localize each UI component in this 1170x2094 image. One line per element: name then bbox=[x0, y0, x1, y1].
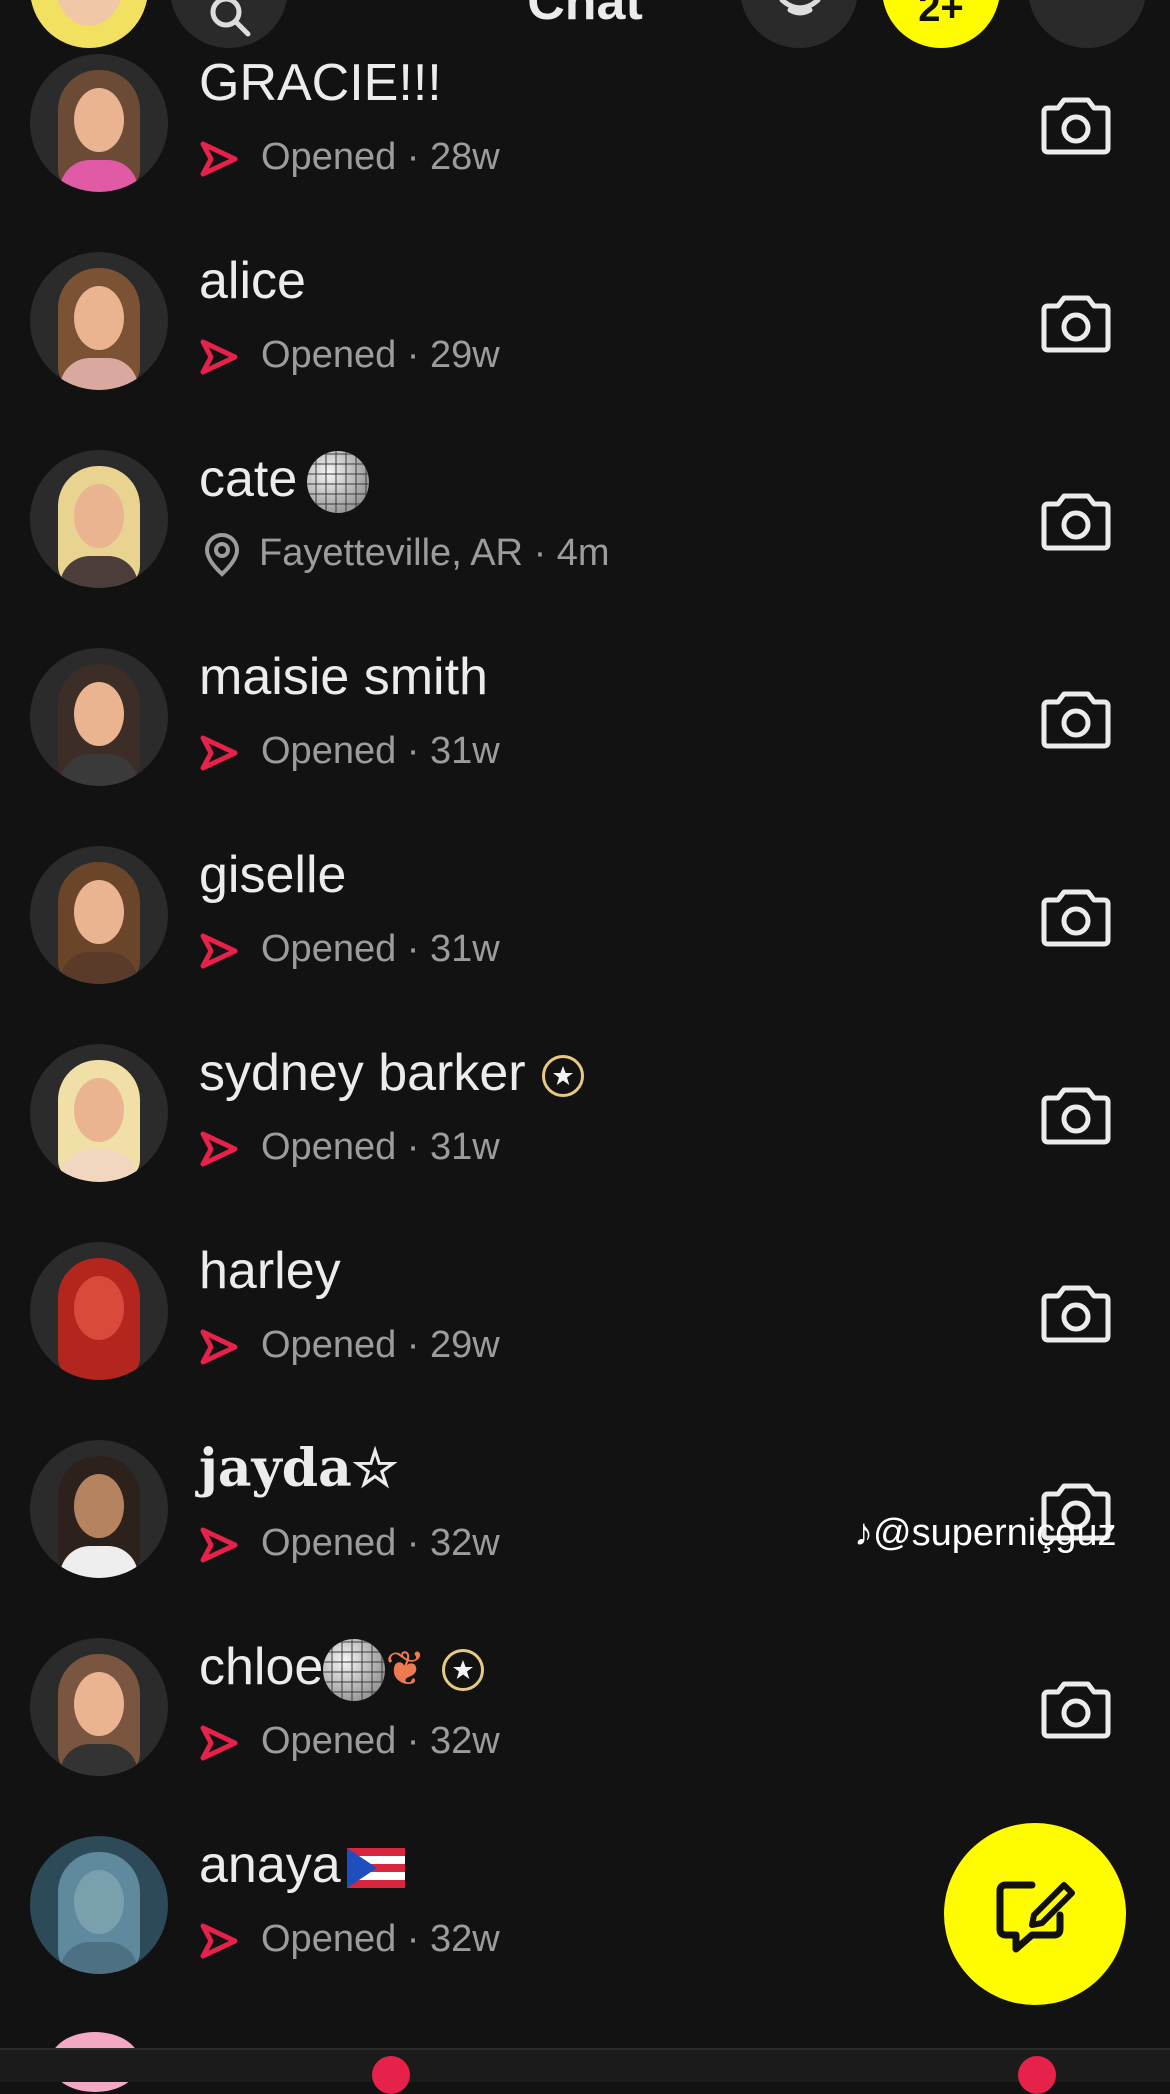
tiktok-watermark: ♪@superniçguz bbox=[854, 1512, 1117, 1554]
location-pin-icon bbox=[204, 533, 240, 577]
sent-arrow-icon bbox=[200, 1725, 238, 1761]
nav-notification-dot bbox=[372, 2056, 410, 2094]
chat-row[interactable]: chloe ❦ Opened · 32w bbox=[0, 1609, 1170, 1807]
camera-icon[interactable] bbox=[1040, 92, 1112, 156]
chat-row[interactable]: GRACIE!!! Opened · 28w bbox=[0, 25, 1170, 223]
chat-status-line: Opened · 29w bbox=[199, 332, 500, 378]
avatar bbox=[30, 450, 168, 588]
chat-status-line: Opened · 32w bbox=[199, 1718, 500, 1764]
camera-icon[interactable] bbox=[1040, 686, 1112, 750]
coral-emoji: ❦ bbox=[385, 1643, 426, 1697]
chat-name: maisie smith bbox=[199, 648, 488, 706]
chat-name: jayda☆ bbox=[199, 1438, 399, 1499]
chat-status-line: Opened · 31w bbox=[199, 728, 500, 774]
bottom-nav-bar bbox=[0, 2048, 1170, 2094]
chat-row[interactable]: harley Opened · 29w bbox=[0, 1213, 1170, 1411]
chat-name: giselle bbox=[199, 846, 347, 904]
chat-row[interactable]: giselle Opened · 31w bbox=[0, 817, 1170, 1015]
chat-status-line: Opened · 28w bbox=[199, 134, 500, 180]
sent-arrow-icon bbox=[200, 1923, 238, 1959]
new-chat-icon bbox=[996, 1881, 1075, 1953]
chat-status-line: Opened · 31w bbox=[199, 1124, 500, 1170]
avatar bbox=[30, 1836, 168, 1974]
chat-name: GRACIE!!! bbox=[199, 54, 442, 112]
chat-name: sydney barker bbox=[199, 1043, 584, 1103]
chat-row[interactable]: cate Fayetteville, AR · 4m bbox=[0, 421, 1170, 619]
chat-row[interactable]: sydney barker Opened · 31w bbox=[0, 1015, 1170, 1213]
chat-status-line: Opened · 32w bbox=[199, 1520, 500, 1566]
chat-row[interactable]: jayda☆ Opened · 32w bbox=[0, 1411, 1170, 1609]
avatar bbox=[30, 1242, 168, 1380]
chat-status-line: Opened · 32w bbox=[199, 1916, 500, 1962]
chat-name: chloe ❦ bbox=[199, 1637, 484, 1702]
sent-arrow-icon bbox=[200, 1329, 238, 1365]
camera-icon[interactable] bbox=[1040, 1676, 1112, 1740]
avatar bbox=[30, 1440, 168, 1578]
star-badge-icon bbox=[441, 1649, 484, 1692]
chat-name: harley bbox=[199, 1242, 341, 1300]
avatar bbox=[30, 1044, 168, 1182]
disco-ball-emoji bbox=[307, 451, 370, 514]
sent-arrow-icon bbox=[200, 1131, 238, 1167]
avatar bbox=[30, 252, 168, 390]
bell-icon bbox=[779, 0, 821, 16]
sent-arrow-icon bbox=[200, 933, 238, 969]
chat-status-line: Opened · 29w bbox=[199, 1322, 500, 1368]
chat-row[interactable]: alice Opened · 29w bbox=[0, 223, 1170, 421]
camera-icon[interactable] bbox=[1040, 1280, 1112, 1344]
avatar bbox=[30, 846, 168, 984]
camera-icon[interactable] bbox=[1040, 290, 1112, 354]
chat-name: anaya bbox=[199, 1835, 405, 1895]
chat-status-line: Fayetteville, AR · 4m bbox=[199, 530, 610, 578]
avatar bbox=[30, 54, 168, 192]
camera-icon[interactable] bbox=[1040, 884, 1112, 948]
chat-status-line: Opened · 31w bbox=[199, 926, 500, 972]
chat-row[interactable]: maisie smith Opened · 31w bbox=[0, 619, 1170, 817]
sent-arrow-icon bbox=[200, 735, 238, 771]
sent-arrow-icon bbox=[200, 1527, 238, 1563]
sent-arrow-icon bbox=[200, 141, 238, 177]
puerto-rico-flag-emoji bbox=[346, 1848, 405, 1889]
avatar bbox=[30, 1638, 168, 1776]
camera-icon[interactable] bbox=[1040, 488, 1112, 552]
sent-arrow-icon bbox=[200, 339, 238, 375]
camera-icon[interactable] bbox=[1040, 1082, 1112, 1146]
nav-notification-dot bbox=[1018, 2056, 1056, 2094]
chat-name: alice bbox=[199, 252, 306, 310]
new-chat-button[interactable] bbox=[944, 1823, 1126, 2005]
chat-name: cate bbox=[199, 449, 370, 514]
star-badge-icon bbox=[541, 1055, 584, 1098]
avatar bbox=[30, 648, 168, 786]
disco-ball-emoji bbox=[323, 1639, 386, 1702]
